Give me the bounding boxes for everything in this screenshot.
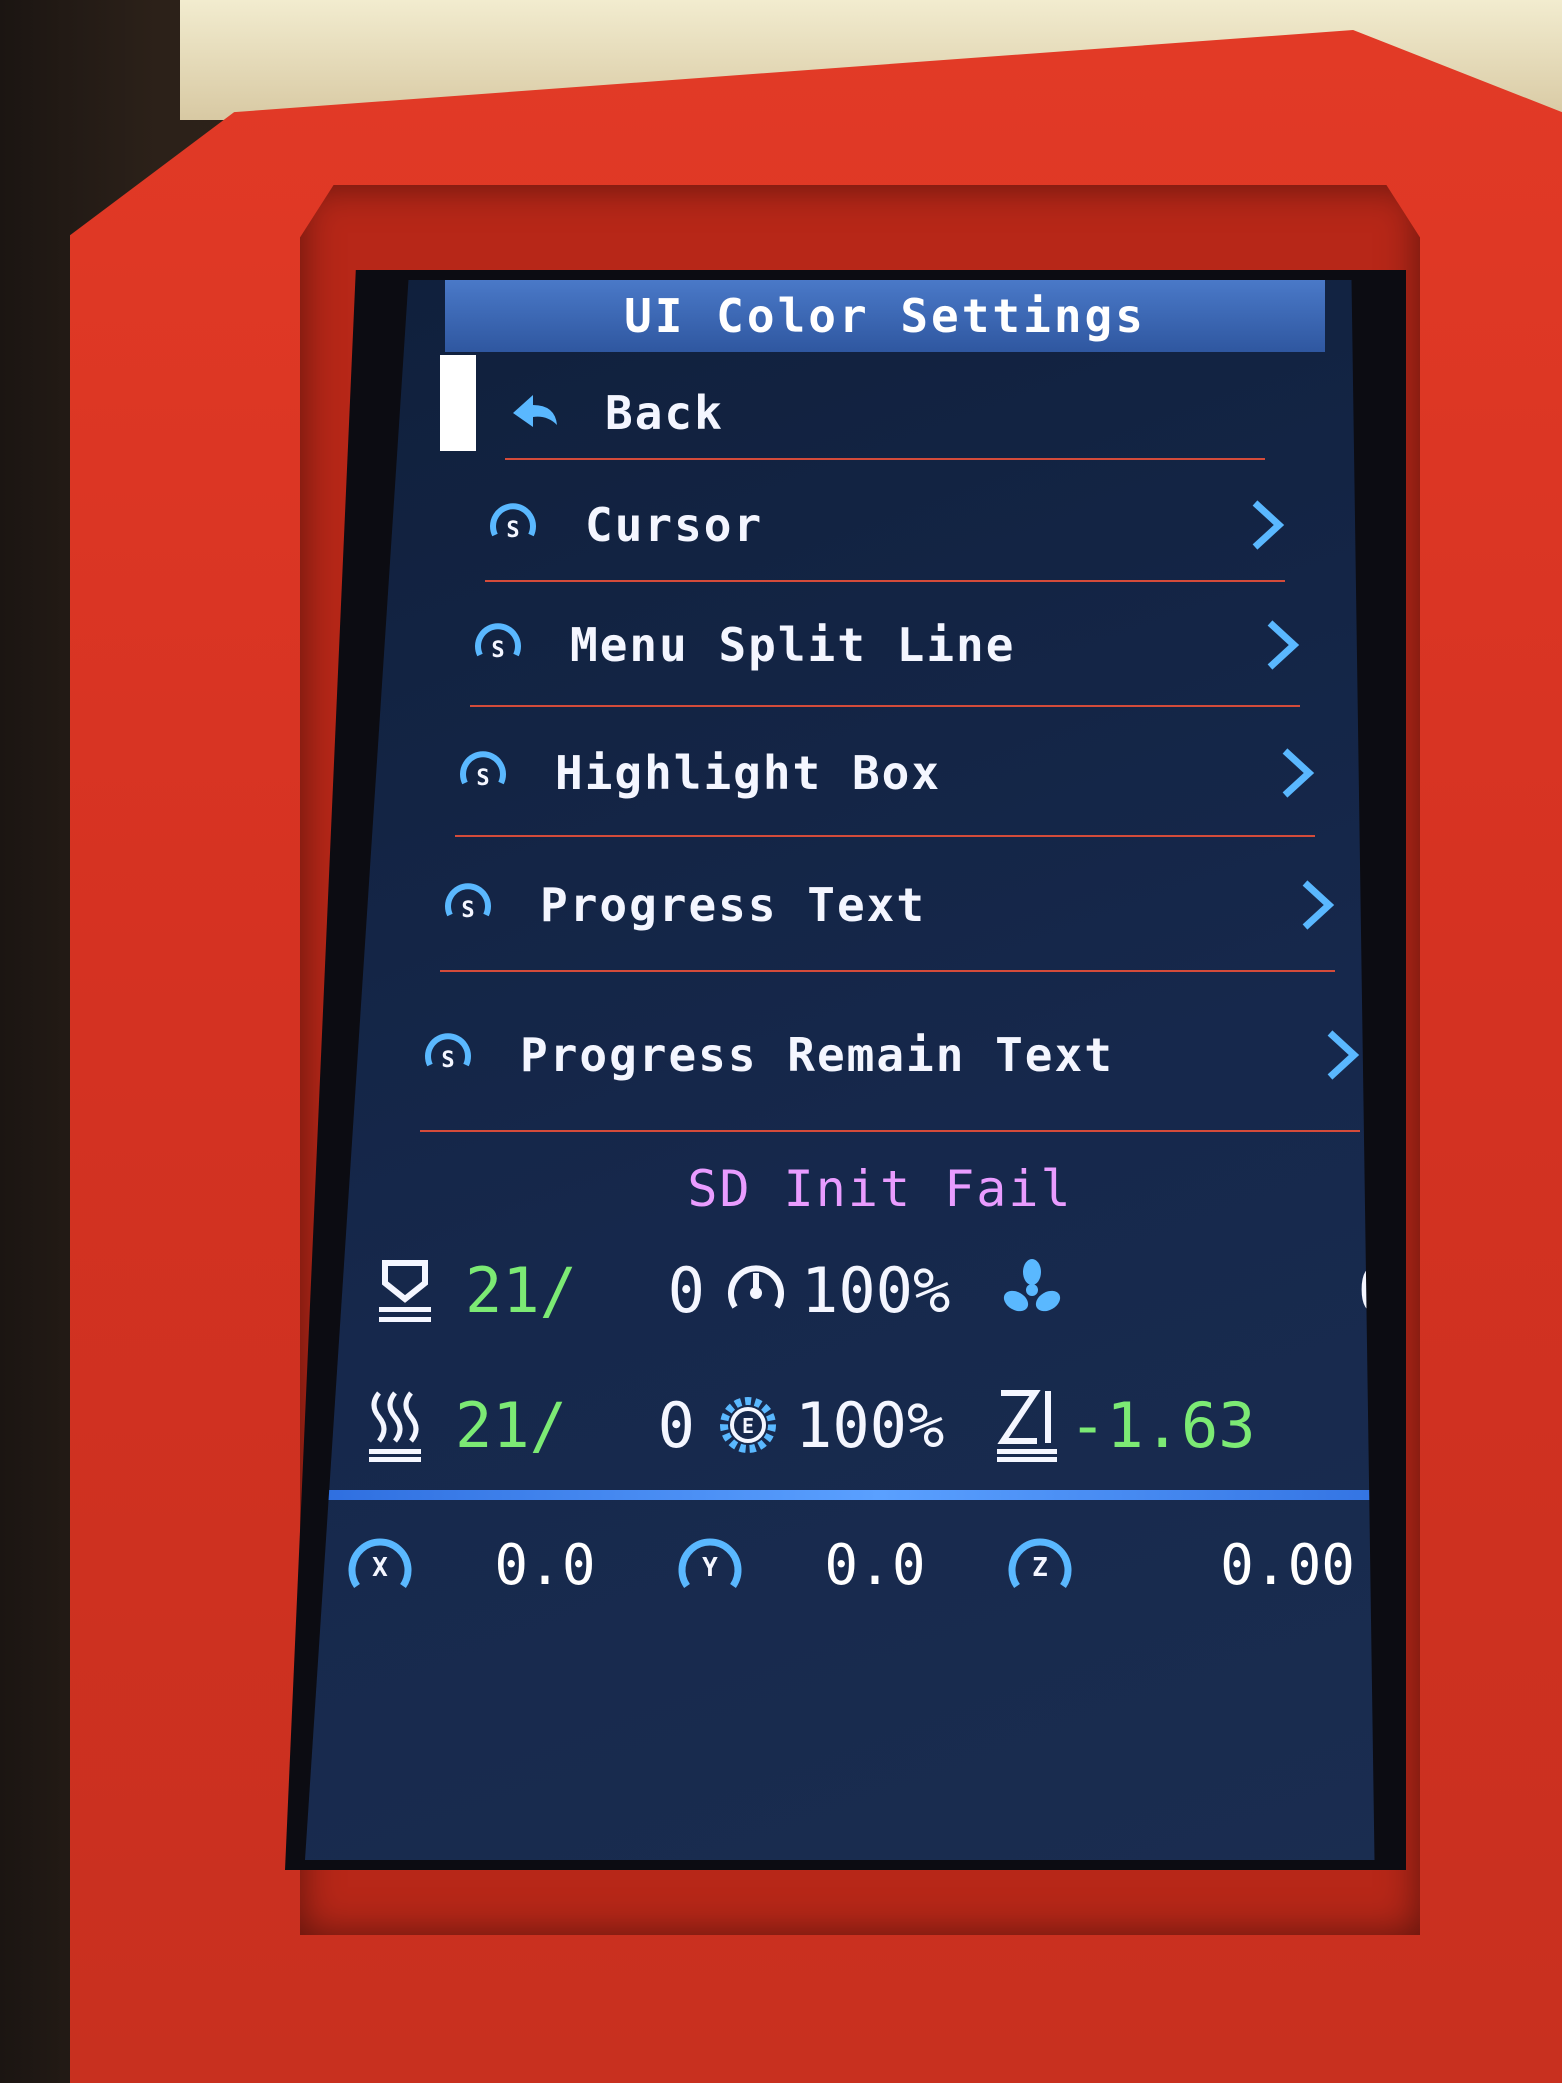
flow-gear-icon: E xyxy=(720,1397,776,1453)
icon-letter: S xyxy=(476,766,489,791)
cursor-highlight xyxy=(440,355,476,451)
status-row-nozzle: 21/ 0 E 100% -1.63 xyxy=(365,1375,1375,1475)
title-bar: UI Color Settings xyxy=(445,280,1325,352)
icon-letter: S xyxy=(506,518,519,543)
sd-status-text: SD Init Fail xyxy=(687,1160,1073,1218)
icon-letter: E xyxy=(742,1414,754,1438)
icon-letter: S xyxy=(491,638,504,663)
chevron-right-icon xyxy=(1327,1030,1360,1080)
y-coordinate: 0.0 xyxy=(824,1532,926,1598)
nozzle-target-temp: 0 xyxy=(657,1388,695,1462)
axis-letter: Y xyxy=(702,1553,718,1583)
menu-item-menu-split-line[interactable]: S Menu Split Line xyxy=(470,585,1300,707)
settings-s-icon: S xyxy=(445,883,491,923)
lcd-display: UI Color Settings Back S Cursor S Menu S… xyxy=(305,280,1375,1860)
x-coordinate: 0.0 xyxy=(494,1532,596,1598)
settings-s-icon: S xyxy=(425,1033,471,1073)
z-offset-value: -1.63 xyxy=(1069,1388,1256,1462)
status-separator xyxy=(325,1490,1375,1500)
page-title: UI Color Settings xyxy=(624,289,1146,343)
menu-item-progress-text[interactable]: S Progress Text xyxy=(440,840,1335,972)
menu-item-highlight-box[interactable]: S Highlight Box xyxy=(455,710,1315,837)
z-axis-icon: Z xyxy=(1008,1538,1072,1588)
back-arrow-icon xyxy=(513,395,557,427)
back-button[interactable]: Back xyxy=(505,368,1265,460)
icon-letter: S xyxy=(441,1048,454,1073)
chevron-right-icon xyxy=(1302,880,1335,930)
menu-item-label: Menu Split Line xyxy=(570,618,1016,672)
nozzle-heat-icon xyxy=(369,1391,421,1462)
flow-percent: 100% xyxy=(795,1388,945,1462)
speed-percent: 100% xyxy=(801,1253,951,1327)
menu-item-label: Highlight Box xyxy=(555,745,942,800)
menu-item-label: Cursor xyxy=(585,498,764,552)
back-label: Back xyxy=(605,386,724,440)
x-axis-icon: X xyxy=(348,1538,412,1588)
settings-s-icon: S xyxy=(475,623,521,663)
status-message: SD Init Fail xyxy=(305,1160,1375,1218)
chevron-right-icon xyxy=(1267,620,1300,670)
bed-target-temp: 0 xyxy=(667,1253,705,1327)
axis-letter: Z xyxy=(1032,1553,1048,1583)
chevron-right-icon xyxy=(1282,747,1315,798)
menu-item-label: Progress Text xyxy=(540,878,927,932)
z-coordinate: 0.00 xyxy=(1220,1532,1355,1598)
menu-item-label: Progress Remain Text xyxy=(520,1028,1114,1082)
icon-letter: S xyxy=(461,898,474,923)
settings-s-icon: S xyxy=(490,503,536,543)
menu-item-progress-remain-text[interactable]: S Progress Remain Text xyxy=(420,980,1360,1132)
z-offset-icon xyxy=(997,1390,1057,1462)
nozzle-current-temp: 21/ xyxy=(455,1388,567,1462)
menu-item-cursor[interactable]: S Cursor xyxy=(485,470,1285,582)
axis-letter: X xyxy=(372,1553,388,1583)
photo-scene: UI Color Settings Back S Cursor S Menu S… xyxy=(0,0,1562,2083)
status-row-bed: 21/ 0 100% 0 xyxy=(375,1240,1375,1340)
speed-gauge-icon xyxy=(728,1265,784,1309)
bed-icon xyxy=(379,1260,431,1322)
bed-current-temp: 21/ xyxy=(465,1253,577,1327)
chevron-right-icon xyxy=(1252,500,1285,550)
fan-icon xyxy=(1003,1259,1061,1312)
coordinate-bar: X 0.0 Y 0.0 Z 0.00 xyxy=(305,1520,1375,1610)
settings-s-icon: S xyxy=(460,750,506,791)
y-axis-icon: Y xyxy=(678,1538,742,1588)
